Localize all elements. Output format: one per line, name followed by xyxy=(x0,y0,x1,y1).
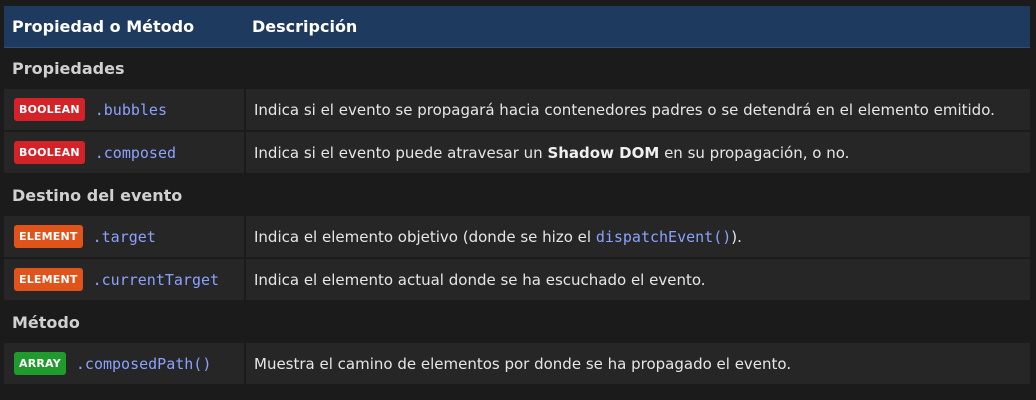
type-badge: BOOLEAN xyxy=(14,141,85,164)
table-row: ELEMENT .currentTarget Indica el element… xyxy=(4,259,1030,300)
description-cell: Muestra el camino de elementos por donde… xyxy=(246,343,1030,384)
table-header: Propiedad o Método Descripción xyxy=(4,6,1030,48)
group-title-properties: Propiedades xyxy=(4,48,1030,89)
type-badge: BOOLEAN xyxy=(14,98,85,121)
type-badge: ARRAY xyxy=(14,352,66,375)
description-pre: Indica si el evento puede atravesar un xyxy=(254,143,548,162)
description-text: Muestra el camino de elementos por donde… xyxy=(254,354,792,373)
type-badge: ELEMENT xyxy=(14,225,83,248)
description-text: Indica si el evento puede atravesar un ​… xyxy=(254,144,849,162)
description-text: Indica si el evento se propagará hacia c… xyxy=(254,100,995,119)
property-cell: BOOLEAN .bubbles xyxy=(4,89,244,130)
description-cell: Indica el elemento objetivo (donde se hi… xyxy=(246,216,1030,257)
type-badge: ELEMENT xyxy=(14,268,83,291)
table-row: ELEMENT .target Indica el elemento objet… xyxy=(4,216,1030,257)
property-name: .target xyxy=(92,227,156,246)
property-name: .composed xyxy=(94,143,177,162)
table-row: ARRAY .composedPath() Muestra el camino … xyxy=(4,343,1030,384)
header-description: Descripción xyxy=(252,17,358,36)
property-name: .currentTarget xyxy=(92,270,220,289)
property-cell: ARRAY .composedPath() xyxy=(4,343,244,384)
property-cell: ELEMENT .target xyxy=(4,216,244,257)
description-text: Indica el elemento actual donde se ha es… xyxy=(254,270,706,289)
description-cell: Indica el elemento actual donde se ha es… xyxy=(246,259,1030,300)
description-code: dispatchEvent() xyxy=(595,227,732,246)
property-cell: ELEMENT .currentTarget xyxy=(4,259,244,300)
description-post: en su propagación, o no. xyxy=(659,143,850,162)
property-name: .bubbles xyxy=(94,100,167,119)
table-row: BOOLEAN .composed Indica si el evento pu… xyxy=(4,132,1030,173)
group-title-event-target: Destino del evento xyxy=(4,175,1030,216)
group-title-method: Método xyxy=(4,302,1030,343)
description-post: ). xyxy=(731,227,742,246)
description-cell: Indica si el evento puede atravesar un ​… xyxy=(246,132,1030,173)
description-pre: Indica el elemento objetivo (donde se hi… xyxy=(254,227,596,246)
header-property-method: Propiedad o Método xyxy=(12,17,195,36)
properties-table: Propiedad o Método Descripción Propiedad… xyxy=(4,6,1030,386)
method-name: .composedPath() xyxy=(75,354,212,373)
description-text: Indica el elemento objetivo (donde se hi… xyxy=(254,228,742,246)
description-cell: Indica si el evento se propagará hacia c… xyxy=(246,89,1030,130)
property-cell: BOOLEAN .composed xyxy=(4,132,244,173)
description-strong: Shadow DOM xyxy=(547,143,660,162)
table-row: BOOLEAN .bubbles Indica si el evento se … xyxy=(4,89,1030,130)
